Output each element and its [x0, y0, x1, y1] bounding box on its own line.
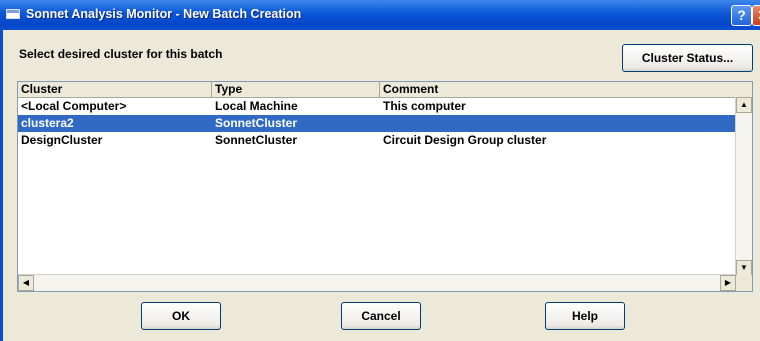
scroll-down-icon[interactable]: ▼	[736, 260, 752, 276]
cell-cluster: DesignCluster	[21, 133, 103, 147]
cell-type: Local Machine	[215, 99, 298, 113]
cell-comment: This computer	[383, 99, 466, 113]
column-header-cluster[interactable]: Cluster	[18, 82, 212, 97]
cluster-status-button[interactable]: Cluster Status...	[622, 44, 753, 72]
cluster-list[interactable]: Cluster Type Comment <Local Computer> Lo…	[17, 81, 753, 292]
cancel-button[interactable]: Cancel	[341, 302, 421, 330]
cell-cluster: clustera2	[21, 116, 74, 130]
window-frame	[0, 30, 3, 341]
help-button[interactable]: Help	[545, 302, 625, 330]
cluster-prompt: Select desired cluster for this batch	[19, 47, 223, 61]
cell-type: SonnetCluster	[215, 133, 298, 147]
vertical-scrollbar[interactable]: ▲ ▼	[735, 97, 752, 276]
cell-cluster: <Local Computer>	[21, 99, 127, 113]
scroll-right-icon[interactable]: ▶	[720, 275, 736, 291]
window-icon	[6, 9, 20, 19]
help-icon[interactable]: ?	[731, 5, 752, 26]
scroll-up-icon[interactable]: ▲	[736, 97, 752, 113]
column-header-comment[interactable]: Comment	[380, 82, 752, 97]
close-icon[interactable]: ✕	[752, 5, 760, 26]
scrollbar-corner	[736, 275, 752, 291]
horizontal-scrollbar[interactable]: ◀ ▶	[18, 274, 736, 291]
list-header: Cluster Type Comment	[18, 82, 752, 98]
list-row-designcluster[interactable]: DesignCluster SonnetCluster Circuit Desi…	[18, 132, 742, 149]
title-bar[interactable]: Sonnet Analysis Monitor - New Batch Crea…	[0, 0, 760, 30]
scroll-left-icon[interactable]: ◀	[18, 275, 34, 291]
list-row-clustera2[interactable]: clustera2 SonnetCluster	[18, 115, 742, 132]
column-header-type[interactable]: Type	[212, 82, 380, 97]
cell-comment	[380, 115, 383, 132]
list-row-local-computer[interactable]: <Local Computer> Local Machine This comp…	[18, 98, 742, 115]
window-title: Sonnet Analysis Monitor - New Batch Crea…	[26, 7, 302, 21]
ok-button[interactable]: OK	[141, 302, 221, 330]
cell-comment: Circuit Design Group cluster	[383, 133, 547, 147]
cell-type: SonnetCluster	[215, 116, 298, 130]
